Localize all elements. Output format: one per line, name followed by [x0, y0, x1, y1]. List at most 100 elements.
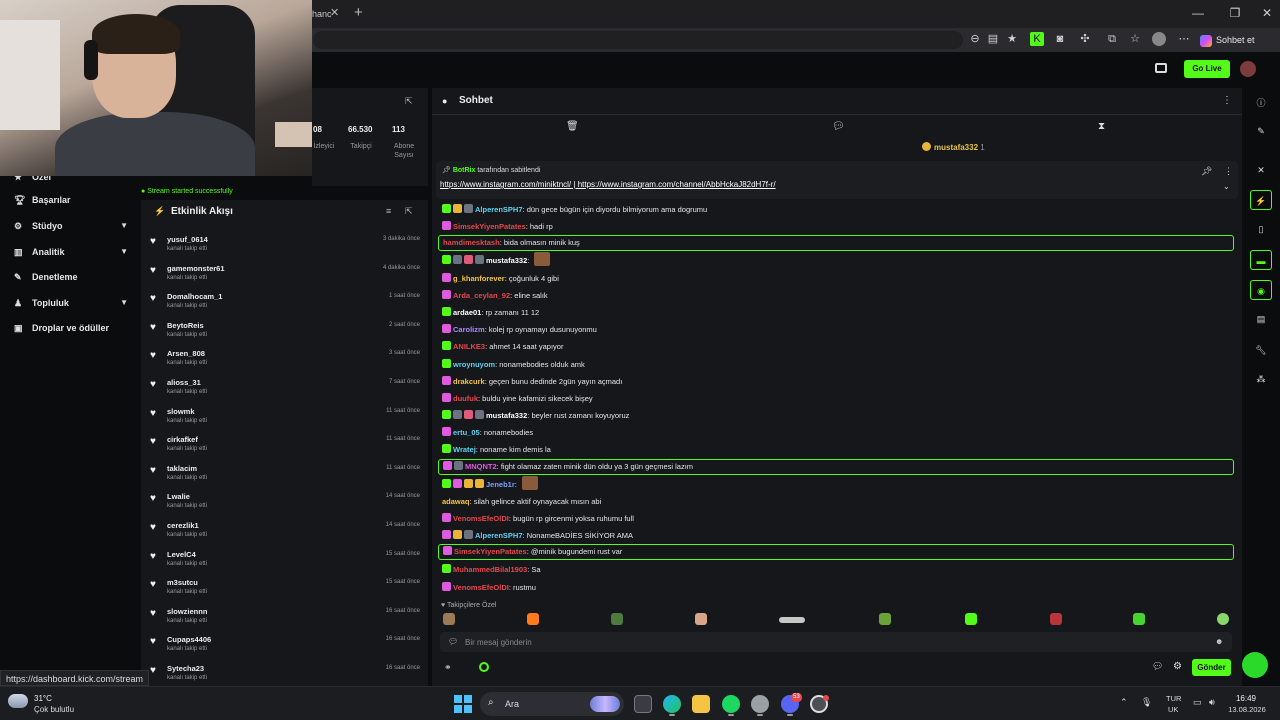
clipboard-icon[interactable]: ▯ [1254, 222, 1268, 236]
list-item[interactable]: ♥ Lwalie kanalı takip etti 14 saat önce [141, 487, 428, 516]
pinned-link-instagram[interactable]: https://www.instagram.com/miniktncl/ [440, 180, 571, 189]
profile-icon[interactable] [1152, 32, 1166, 46]
chat-message[interactable]: wroynuyom: nonamebodies olduk amk [436, 356, 1236, 373]
top-gifter[interactable]: mustafa332 1 [922, 142, 985, 152]
favorite-star-icon[interactable]: ★ [1005, 32, 1019, 46]
chat-username[interactable]: Wratej [453, 445, 476, 454]
popout-icon[interactable]: ⇱ [405, 96, 413, 107]
sidebar-item-denetleme[interactable]: ✎ Denetleme [14, 268, 134, 286]
list-item[interactable]: ♥ gamemonster61 kanalı takip etti 4 dakika … [141, 259, 428, 288]
emote-item[interactable] [611, 613, 623, 625]
send-button[interactable]: Gönder [1192, 659, 1231, 676]
chat-message[interactable]: mustafa332: beyler rust zamanı koyuyoruz [436, 407, 1236, 424]
language-code[interactable]: TUR [1166, 694, 1181, 703]
browser-tab-title[interactable]: hanc [312, 2, 346, 26]
clock-date[interactable]: 13.08.2026 [1226, 705, 1268, 714]
sidebar-item-droplar[interactable]: ▣ Droplar ve ödüller [14, 319, 134, 337]
volume-icon[interactable]: 🔊︎ [1209, 697, 1215, 708]
chat-message[interactable]: VenomsEfeOlDI: rustmu [436, 579, 1236, 596]
trash-icon[interactable]: 🗑︎ [566, 121, 579, 132]
zoom-icon[interactable]: ⊖ [968, 32, 982, 46]
chat-message[interactable]: VenomsEfeOlDI: bugün rp gircenmi yoksa r… [436, 510, 1236, 527]
tv-icon[interactable] [1155, 63, 1167, 73]
list-item[interactable]: ♥ cerezlik1 kanalı takip etti 14 saat önce [141, 516, 428, 545]
status-indicator[interactable] [1242, 652, 1268, 678]
chat-username[interactable]: mustafa332 [486, 256, 527, 265]
popout-icon[interactable]: ⇱ [405, 206, 413, 217]
chat-message[interactable]: Wratej: noname kim demis la [436, 441, 1236, 458]
avatar[interactable] [1240, 61, 1256, 77]
emote-item[interactable] [443, 613, 455, 625]
network-icon[interactable]: ▭ [1193, 697, 1202, 708]
chat-message[interactable]: AlperenSPH7: dün gece bügün için diyordu… [436, 201, 1236, 218]
minimize-icon[interactable]: — [1188, 6, 1208, 20]
list-item[interactable]: ♥ cirkafkef kanalı takip etti 11 saat önce [141, 430, 428, 459]
chat-message[interactable]: mustafa332: [436, 252, 1236, 269]
filter-icon[interactable]: ≡ [386, 206, 391, 216]
chat-username[interactable]: MuhammedBilal1903 [453, 565, 527, 574]
pinned-link-channel[interactable]: https://www.instagram.com/channel/AbbHck… [578, 180, 776, 189]
extension-icon[interactable]: ◙ [1053, 32, 1067, 46]
chat-menu-icon[interactable]: ⋮ [1222, 95, 1232, 106]
chat-message-input[interactable] [465, 633, 1205, 651]
emote-item[interactable] [1217, 613, 1229, 625]
close-icon[interactable]: ✕ [1254, 163, 1268, 177]
chat-username[interactable]: MNQNT2 [465, 462, 497, 471]
chevron-up-icon[interactable]: ⌃ [1120, 697, 1128, 708]
sidebar-item-analitik[interactable]: ▥ Analitik ▼ [14, 243, 134, 261]
chat-message[interactable]: ANILKE3: ahmet 14 saat yapıyor [436, 338, 1236, 355]
chat-message[interactable]: SimsekYiyenPatates: hadi rp [436, 218, 1236, 235]
chat-mode-icon[interactable]: 💬︎ [832, 121, 845, 132]
kick-extension-icon[interactable]: K [1030, 32, 1044, 46]
sidebar-item-basarilar[interactable]: 🏆︎ Başarılar [14, 191, 134, 209]
list-item[interactable]: ♥ taklacim kanalı takip etti 11 saat önce [141, 459, 428, 488]
chat-username[interactable]: hamdimesktash [443, 238, 500, 247]
url-field[interactable] [313, 31, 963, 49]
chat-username[interactable]: Arda_ceylan_92 [453, 291, 510, 300]
chat-message[interactable]: duufuk: buldu yine kafamizi sikecek bişe… [436, 390, 1236, 407]
chat-username[interactable]: AlperenSPH7 [475, 205, 523, 214]
keyboard-layout[interactable]: UK [1168, 705, 1178, 714]
more-icon[interactable]: ⋯ [1177, 32, 1191, 46]
settings-gear-icon[interactable]: ⚙ [1173, 661, 1182, 672]
emoji-icon[interactable]: ☻ [1215, 637, 1223, 646]
start-button[interactable] [454, 695, 472, 713]
emote-item[interactable] [879, 613, 891, 625]
list-item[interactable]: ♥ slowziennn kanalı takip etti 16 saat önce [141, 602, 428, 631]
share-icon[interactable]: ⁂ [1254, 372, 1268, 386]
chat-username[interactable]: VenomsEfeOlDI [453, 583, 509, 592]
close-tab-icon[interactable]: ✕ [330, 6, 339, 19]
chat-username[interactable]: ertu_05 [453, 428, 480, 437]
more-icon[interactable]: ⋮ [1224, 166, 1233, 177]
chat-message[interactable]: MuhammedBilal1903: Sa [436, 561, 1236, 578]
spotify-icon[interactable] [722, 695, 740, 713]
puzzle-icon[interactable]: ✣ [1078, 32, 1092, 46]
list-item[interactable]: ♥ Sytecha23 kanalı takip etti 16 saat önce [141, 659, 428, 686]
chat-message[interactable]: ardae01: rp zamanı 11 12 [436, 304, 1236, 321]
pin-icon[interactable]: 📌︎ [1201, 166, 1212, 177]
emote-item[interactable] [1133, 613, 1145, 625]
list-item[interactable]: ♥ BeytoReis kanalı takip etti 2 saat önce [141, 316, 428, 345]
bolt-icon[interactable]: ⚡ [1250, 190, 1272, 210]
microphone-icon[interactable]: 🎙︎ [1141, 697, 1152, 708]
list-item[interactable]: ♥ alioss_31 kanalı takip etti 7 saat önce [141, 373, 428, 402]
chat-bubble-icon[interactable]: 💬︎ [1152, 661, 1163, 672]
list-item[interactable]: ♥ yusuf_0614 kanalı takip etti 3 dakika önc… [141, 230, 428, 259]
list-item[interactable]: ♥ Arsen_808 kanalı takip etti 3 saat önce [141, 344, 428, 373]
chat-message[interactable]: SimsekYiyenPatates: @minik bugundemi rus… [438, 544, 1234, 561]
chat-username[interactable]: wroynuyom [453, 360, 495, 369]
users-icon[interactable]: ⚭ [444, 662, 452, 673]
favorites-icon[interactable]: ☆ [1128, 32, 1142, 46]
reader-icon[interactable]: ▤ [986, 32, 1000, 46]
chat-username[interactable]: ANILKE3 [453, 342, 485, 351]
chat-username[interactable]: SimsekYiyenPatates [454, 547, 527, 556]
layers-icon[interactable]: ▤ [1254, 312, 1268, 326]
chat-message[interactable]: ertu_05: nonamebodies [436, 424, 1236, 441]
file-explorer-icon[interactable] [692, 695, 710, 713]
chat-username[interactable]: Jeneb1r [486, 480, 515, 489]
chat-username[interactable]: SimsekYiyenPatates [453, 222, 526, 231]
chat-username[interactable]: VenomsEfeOlDI [453, 514, 509, 523]
chat-message[interactable]: Jeneb1r: [436, 475, 1236, 493]
chat-message[interactable]: MNQNT2: fight olamaz zaten minik dün old… [438, 458, 1234, 475]
chat-message[interactable]: adawaq: silah gelince aktif oynayacak mı… [436, 493, 1236, 510]
